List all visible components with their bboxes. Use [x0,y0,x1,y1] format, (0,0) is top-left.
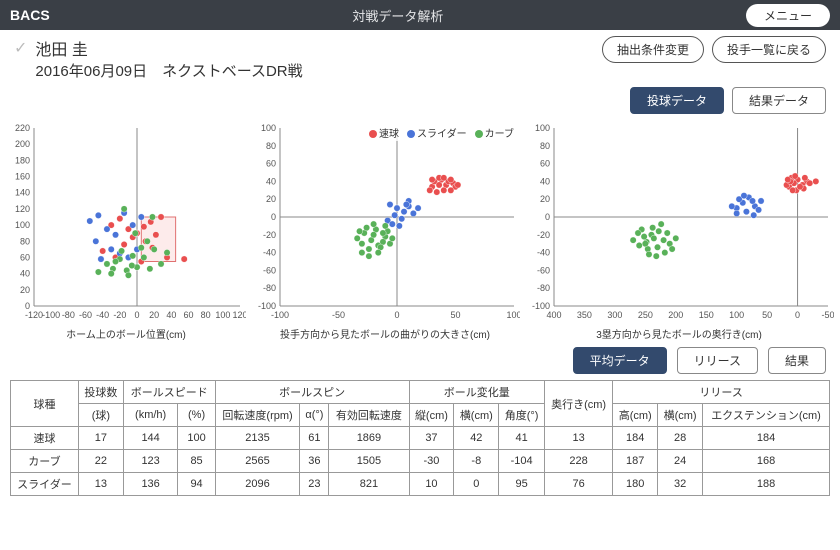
svg-text:-20: -20 [113,310,126,320]
svg-text:0: 0 [795,310,800,320]
th-spin: ボールスピン [215,381,409,404]
topbar: BACS 対戦データ解析 メニュー [0,0,840,30]
svg-text:-120: -120 [25,310,43,320]
svg-text:40: 40 [266,176,276,186]
svg-text:100: 100 [535,123,550,133]
th-type: 球種 [11,381,79,427]
svg-text:220: 220 [15,123,30,133]
stats-table: 球種 投球数 ボールスピード ボールスピン ボール変化量 奥行き(cm) リリー… [10,380,830,496]
svg-text:-40: -40 [96,310,109,320]
svg-text:100: 100 [15,220,30,230]
svg-text:80: 80 [201,310,211,320]
svg-text:120: 120 [15,204,30,214]
svg-text:100: 100 [729,310,744,320]
svg-text:60: 60 [183,310,193,320]
svg-text:-20: -20 [537,230,550,240]
svg-text:180: 180 [15,155,30,165]
svg-text:-60: -60 [263,265,276,275]
svg-text:100: 100 [506,310,520,320]
svg-text:120: 120 [232,310,246,320]
tab-release[interactable]: リリース [677,347,758,374]
main-tabs: 投球データ 結果データ [0,81,840,118]
svg-text:350: 350 [577,310,592,320]
svg-text:0: 0 [394,310,399,320]
check-icon: ✓ [14,38,27,58]
svg-text:60: 60 [540,159,550,169]
player-info: 池田 圭 2016年06月09日 ネクストベースDR戦 [35,36,302,81]
tab-result-data[interactable]: 結果データ [732,87,826,114]
chart1-xlabel: ホーム上のボール位置(cm) [6,326,246,341]
svg-text:80: 80 [20,236,30,246]
table-row: 速球1714410021356118693742411318428184 [11,427,830,450]
table-row: スライダー1313694209623821100957618032188 [11,473,830,496]
subheader: ✓ 池田 圭 2016年06月09日 ネクストベースDR戦 抽出条件変更 投手一… [0,30,840,81]
legend-dot-slider [407,130,415,138]
svg-text:-80: -80 [263,283,276,293]
charts-row: 020406080100120140160180200220-120-100-8… [0,118,840,341]
tab-pitch-data[interactable]: 投球データ [630,87,724,114]
svg-text:300: 300 [607,310,622,320]
svg-text:-50: -50 [821,310,834,320]
svg-text:80: 80 [540,141,550,151]
svg-text:-80: -80 [62,310,75,320]
svg-text:200: 200 [15,139,30,149]
svg-text:100: 100 [261,123,276,133]
chart-break: 速球 スライダー カーブ -100 -80 -60 -40 -20 0 20 40 60 80 10… [250,122,520,341]
svg-text:250: 250 [638,310,653,320]
svg-text:0: 0 [134,310,139,320]
svg-text:100: 100 [215,310,230,320]
chart-depth: -100-80-60-40-20020406080100400350300250… [524,122,834,341]
svg-text:-20: -20 [263,230,276,240]
svg-text:60: 60 [266,159,276,169]
change-filter-button[interactable]: 抽出条件変更 [602,36,704,63]
svg-text:160: 160 [15,172,30,182]
svg-text:-50: -50 [332,310,345,320]
th-movement: ボール変化量 [409,381,544,404]
svg-text:0: 0 [545,212,550,222]
svg-text:-40: -40 [537,248,550,258]
page-title: 対戦データ解析 [50,6,746,25]
svg-text:60: 60 [20,252,30,262]
svg-text:-40: -40 [263,248,276,258]
svg-text:20: 20 [540,194,550,204]
svg-text:140: 140 [15,188,30,198]
svg-text:-60: -60 [537,265,550,275]
svg-text:400: 400 [546,310,561,320]
svg-text:40: 40 [166,310,176,320]
svg-text:50: 50 [762,310,772,320]
svg-text:40: 40 [20,269,30,279]
brand: BACS [10,7,50,23]
svg-text:-80: -80 [537,283,550,293]
svg-text:-60: -60 [79,310,92,320]
th-speed: ボールスピード [123,381,215,404]
chart2-xlabel: 投手方向から見たボールの曲がりの大きさ(cm) [250,326,520,341]
legend-dot-curve [475,130,483,138]
svg-text:50: 50 [450,310,460,320]
svg-text:150: 150 [699,310,714,320]
back-list-button[interactable]: 投手一覧に戻る [712,36,826,63]
legend-dot-fast [369,130,377,138]
svg-text:0: 0 [271,212,276,222]
tab-result[interactable]: 結果 [768,347,826,374]
sub-tabs: 平均データ リリース 結果 [0,341,840,380]
match-date: 2016年06月09日 ネクストベースDR戦 [35,60,302,81]
svg-text:-100: -100 [42,310,60,320]
tab-avg[interactable]: 平均データ [573,347,667,374]
svg-text:20: 20 [266,194,276,204]
svg-text:20: 20 [149,310,159,320]
svg-text:200: 200 [668,310,683,320]
th-release: リリース [613,381,830,404]
menu-button[interactable]: メニュー [746,4,830,27]
svg-text:40: 40 [540,176,550,186]
player-name: 池田 圭 [35,36,302,60]
table-row: カーブ22123852565361505-30-8-10422818724168 [11,450,830,473]
svg-text:20: 20 [20,285,30,295]
svg-text:-100: -100 [271,310,289,320]
chart3-xlabel: 3塁方向から見たボールの奥行き(cm) [524,326,834,341]
svg-text:80: 80 [266,141,276,151]
th-count: 投球数 [78,381,123,404]
legend: 速球 スライダー カーブ [365,124,518,141]
chart-home-position: 020406080100120140160180200220-120-100-8… [6,122,246,341]
th-depth: 奥行き(cm) [544,381,612,427]
